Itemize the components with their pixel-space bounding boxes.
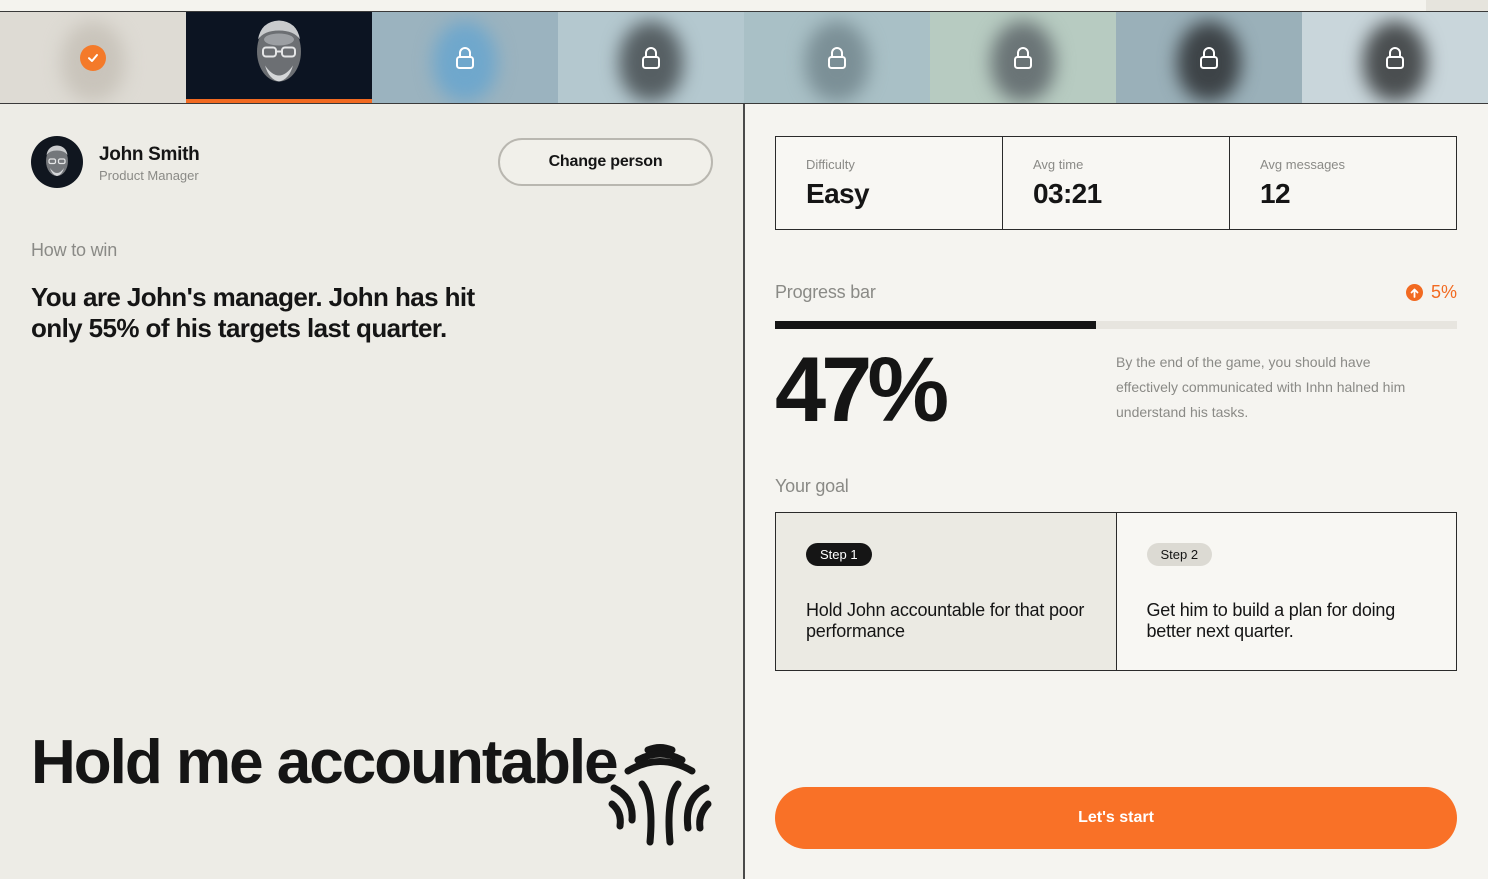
- check-icon: [80, 44, 106, 71]
- persona-carousel: [0, 12, 1488, 104]
- step-text: Hold John accountable for that poor perf…: [806, 600, 1085, 641]
- persona-tile-8[interactable]: [1302, 12, 1488, 103]
- lets-start-button[interactable]: Let's start: [775, 787, 1457, 849]
- stat-label: Avg time: [1033, 157, 1084, 172]
- stat-value: 03:21: [1033, 178, 1102, 209]
- stat-value: Easy: [806, 178, 870, 209]
- top-strip: [0, 0, 1488, 12]
- lock-icon: [642, 46, 660, 69]
- person-name: John Smith: [99, 144, 200, 165]
- stats-row: Difficulty Easy Avg time 03:21 Avg messa…: [775, 136, 1457, 230]
- brand-logo-icon: [608, 744, 712, 846]
- goal-step-2: Step 2 Get him to build a plan for doing…: [1116, 513, 1456, 670]
- lock-icon: [828, 46, 846, 69]
- goal-steps: Step 1 Hold John accountable for that po…: [775, 512, 1457, 671]
- progress-bar-fill: [775, 321, 1096, 329]
- persona-tile-6[interactable]: [930, 12, 1116, 103]
- persona-tile-5[interactable]: [744, 12, 930, 103]
- arrow-up-icon: [1405, 284, 1423, 301]
- progress-percent: 47%: [775, 339, 949, 441]
- stat-value: 12: [1260, 178, 1291, 209]
- progress-bar: [775, 321, 1457, 329]
- top-corner: [1426, 0, 1488, 11]
- scenario-panel: John Smith Product Manager Change person…: [0, 104, 744, 879]
- persona-tile-4[interactable]: [558, 12, 744, 103]
- progress-delta: 5%: [1405, 282, 1457, 303]
- goal-step-1: Step 1 Hold John accountable for that po…: [776, 513, 1117, 670]
- lock-icon: [456, 46, 474, 69]
- avatar: [31, 136, 83, 188]
- stat-label: Avg messages: [1260, 157, 1346, 172]
- progress-description: By the end of the game, you should have …: [1116, 354, 1406, 420]
- progress-label: Progress bar: [775, 282, 876, 302]
- stat-avg-messages: Avg messages 12: [1230, 137, 1456, 229]
- stat-avg-time: Avg time 03:21: [1003, 137, 1230, 229]
- stat-label: Difficulty: [806, 157, 855, 172]
- change-person-button[interactable]: Change person: [498, 138, 713, 186]
- lock-icon: [1014, 46, 1032, 69]
- stat-difficulty: Difficulty Easy: [776, 137, 1003, 229]
- lock-icon: [1386, 46, 1404, 69]
- person-role: Product Manager: [99, 168, 199, 183]
- lock-icon: [1200, 46, 1218, 69]
- avatar-portrait-icon: [46, 145, 68, 176]
- progress-delta-value: 5%: [1430, 282, 1457, 302]
- persona-tile-3[interactable]: [372, 12, 558, 103]
- scenario-text: You are John's manager. John has hit onl…: [31, 282, 475, 343]
- active-tile-underline: [186, 99, 372, 103]
- game-info-panel: Difficulty Easy Avg time 03:21 Avg messa…: [745, 104, 1488, 879]
- step-badge: Step 2: [1146, 543, 1213, 566]
- persona-tile-7[interactable]: [1116, 12, 1302, 103]
- step-badge: Step 1: [806, 543, 872, 566]
- persona-tile-2[interactable]: [186, 12, 372, 103]
- goal-label: Your goal: [775, 476, 849, 496]
- persona-portrait-icon: [249, 15, 309, 100]
- game-title: Hold me accountable: [31, 728, 619, 797]
- how-to-win-label: How to win: [31, 240, 118, 260]
- step-text: Get him to build a plan for doing better…: [1146, 600, 1396, 641]
- persona-tile-1[interactable]: [0, 12, 186, 103]
